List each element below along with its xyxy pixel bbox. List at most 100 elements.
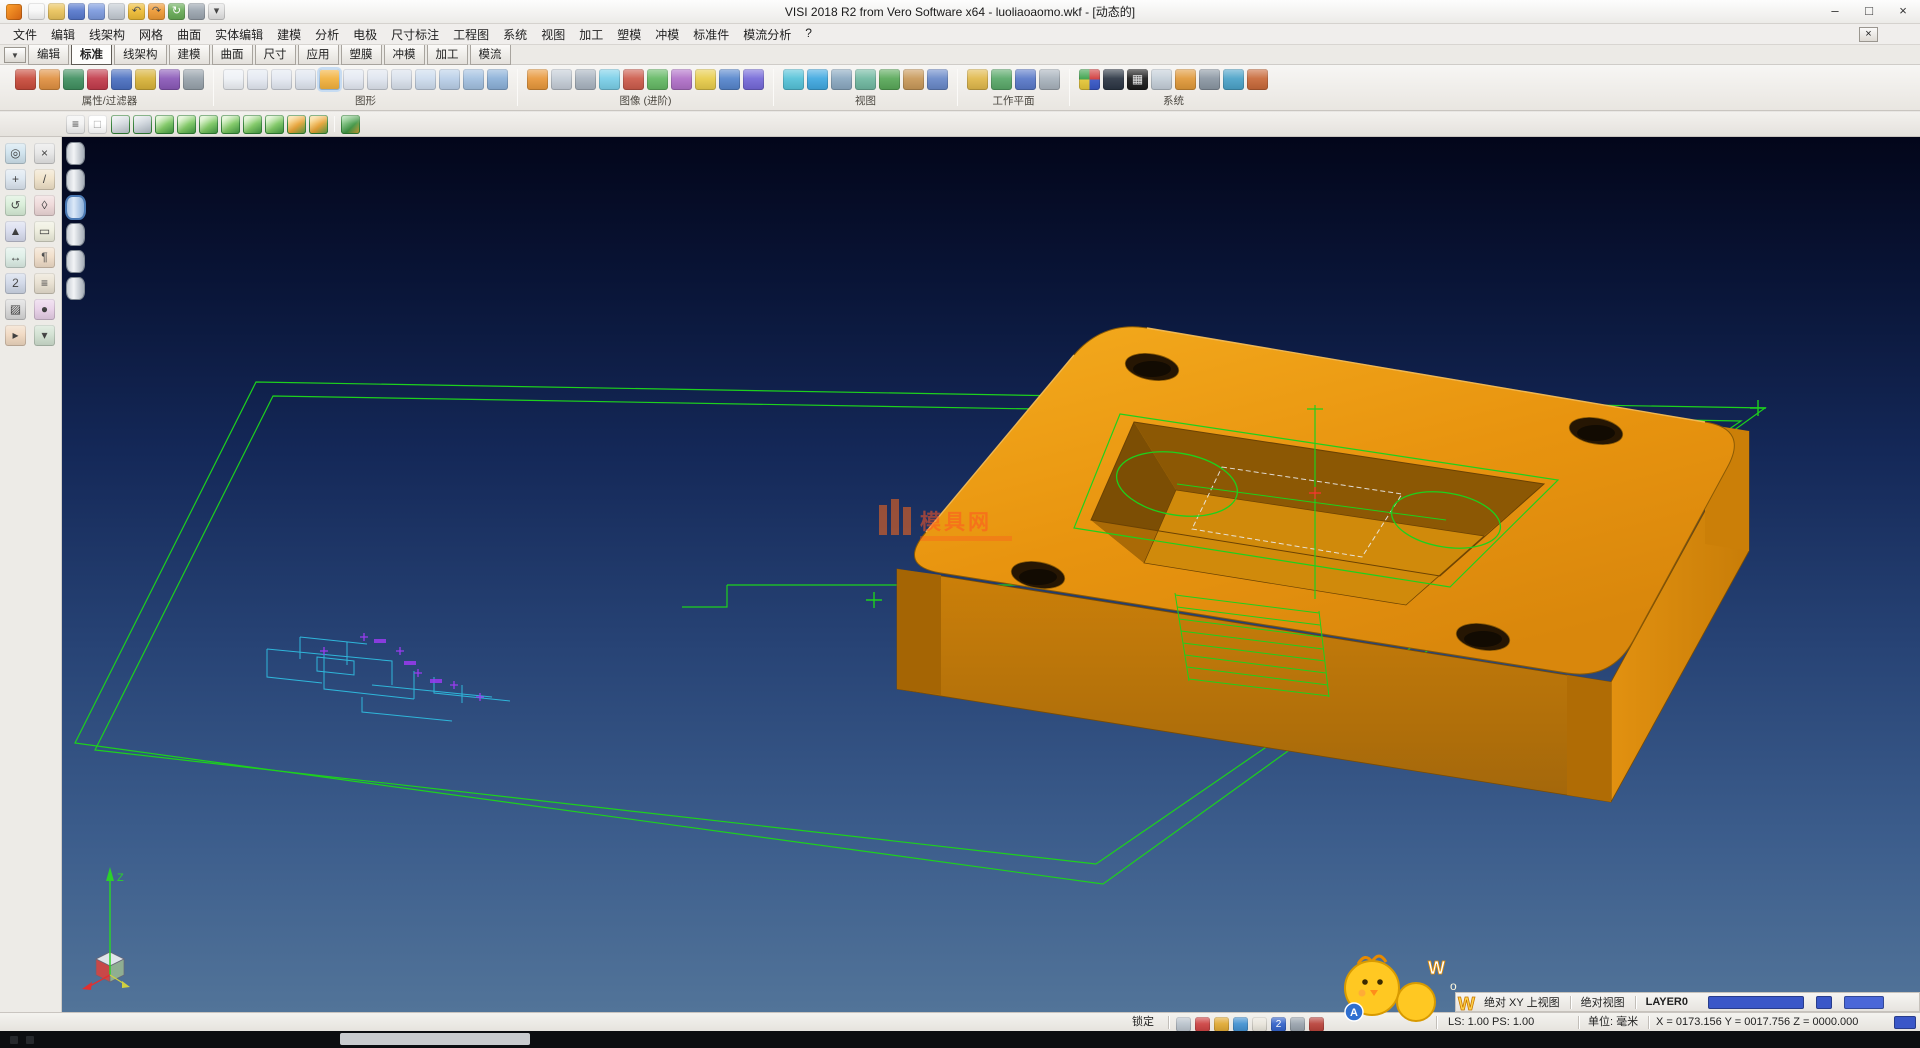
menu-view[interactable]: 视图 [534,24,572,45]
active-layer-label[interactable]: LAYER0 [1646,996,1688,1008]
chain-select-icon[interactable] [439,69,460,90]
tab-standard[interactable]: 标准 [71,44,112,65]
status-grid-icon[interactable] [1176,1017,1191,1032]
view-back-icon[interactable] [265,115,284,134]
new-view-icon[interactable]: □ [88,115,107,134]
taskbar-icon[interactable] [26,1036,34,1044]
layer-filter-icon[interactable] [111,69,132,90]
undo-icon[interactable]: ↶ [128,3,145,20]
refresh-view-icon[interactable] [927,69,948,90]
menu-file[interactable]: 文件 [6,24,44,45]
profile-icon[interactable] [1223,69,1244,90]
model-part[interactable] [897,327,1749,802]
highlight-element-icon[interactable] [319,69,340,90]
filter-settings-icon[interactable] [183,69,204,90]
calculator-icon[interactable] [1199,69,1220,90]
workplane-manager-icon[interactable] [1039,69,1060,90]
background-icon[interactable] [719,69,740,90]
view-cube-wire-icon[interactable] [111,115,130,134]
tab-dropdown-caret-icon[interactable]: ▼ [4,47,26,63]
save-file-icon[interactable] [68,3,85,20]
isolate-selection-icon[interactable] [487,69,508,90]
gear-icon[interactable] [1290,1017,1305,1032]
view-right-icon[interactable] [221,115,240,134]
menu-wireframe[interactable]: 线架构 [82,24,132,45]
advanced-shading-icon[interactable] [743,69,764,90]
annotation-icon[interactable]: ¶ [34,247,55,268]
lighting-icon[interactable] [695,69,716,90]
help-2-icon[interactable]: 2 [1271,1017,1286,1032]
measure-icon[interactable]: ↔ [5,247,26,268]
material-cube-icon[interactable] [1309,1017,1324,1032]
materials-icon[interactable] [647,69,668,90]
taskbar-icon[interactable] [10,1036,18,1044]
menu-solid-edit[interactable]: 实体编辑 [208,24,270,45]
customize-caret-icon[interactable]: ▾ [208,3,225,20]
align-workplane-icon[interactable] [991,69,1012,90]
invert-selection-icon[interactable] [463,69,484,90]
view-shaded-icon[interactable] [341,115,360,134]
pen-color-swatch[interactable] [1816,996,1832,1009]
lock-toggle[interactable]: 锁定 [1132,1013,1154,1032]
tab-edit[interactable]: 编辑 [28,44,69,65]
menu-mesh[interactable]: 网格 [132,24,170,45]
render-settings-icon[interactable] [1247,69,1268,90]
graphics-viewport[interactable]: 模具网 Z [62,137,1920,1012]
tab-application[interactable]: 应用 [298,44,339,65]
close-button[interactable]: × [1886,0,1920,23]
active-color-swatch[interactable] [1708,996,1804,1009]
grid-settings-icon[interactable]: ▦ [1127,69,1148,90]
show-wireframe-icon[interactable] [391,69,412,90]
tab-surface[interactable]: 曲面 [212,44,253,65]
menu-edit[interactable]: 编辑 [44,24,82,45]
minimize-button[interactable]: – [1818,0,1852,23]
box-select-icon[interactable] [415,69,436,90]
window-menu-icon[interactable]: ≡ [66,115,85,134]
globe-icon[interactable] [1233,1017,1248,1032]
trim-scissors-icon[interactable]: × [34,143,55,164]
drawing-list-icon[interactable] [295,69,316,90]
new-drawing-icon[interactable] [223,69,244,90]
textures-icon[interactable] [671,69,692,90]
clipboard-slot-5-icon[interactable] [67,251,84,272]
clipboard-slot-2-icon[interactable] [67,170,84,191]
background-color-swatch[interactable] [1894,1016,1916,1029]
key-lock-icon[interactable] [1214,1017,1229,1032]
zoom-extents-icon[interactable] [783,69,804,90]
menu-system[interactable]: 系统 [496,24,534,45]
menu-help[interactable]: ? [798,24,819,45]
view-mode-label[interactable]: 绝对 XY 上视图 [1484,994,1560,1010]
rotate-entity-icon[interactable]: ↺ [5,195,26,216]
tab-molding[interactable]: 塑膜 [341,44,382,65]
archive-icon[interactable]: ▾ [34,325,55,346]
tab-wireframe[interactable]: 线架构 [114,44,167,65]
counter-icon[interactable]: 2 [5,273,26,294]
extrude-icon[interactable]: ▲ [5,221,26,242]
open-file-icon[interactable] [48,3,65,20]
snap-point-icon[interactable]: + [5,169,26,190]
tab-flow[interactable]: 模流 [470,44,511,65]
paint-attributes-icon[interactable] [15,69,36,90]
snap-settings-icon[interactable] [1175,69,1196,90]
erase-icon[interactable]: ◊ [34,195,55,216]
attribute-filter-icon[interactable] [63,69,84,90]
clipboard-slot-3-icon[interactable] [67,197,84,218]
clipboard-slot-4-icon[interactable] [67,224,84,245]
camera-icon[interactable] [903,69,924,90]
aux-color-swatch[interactable] [1844,996,1884,1009]
wireframe-render-icon[interactable] [551,69,572,90]
refresh-icon[interactable]: ↻ [168,3,185,20]
selection-filter-icon[interactable] [87,69,108,90]
ruler-icon[interactable]: ≡ [34,273,55,294]
maximize-button[interactable]: □ [1852,0,1886,23]
rotate-view-icon[interactable] [879,69,900,90]
edit-note-icon[interactable] [1252,1017,1267,1032]
menu-drafting[interactable]: 工程图 [446,24,496,45]
system-colors-icon[interactable] [1079,69,1100,90]
snapshot-icon[interactable] [1195,1017,1210,1032]
sketch-pencil-icon[interactable]: / [34,169,55,190]
open-drawing-icon[interactable] [247,69,268,90]
menu-modeling[interactable]: 建模 [270,24,308,45]
view-top-icon[interactable] [177,115,196,134]
view-axon-icon[interactable] [309,115,328,134]
